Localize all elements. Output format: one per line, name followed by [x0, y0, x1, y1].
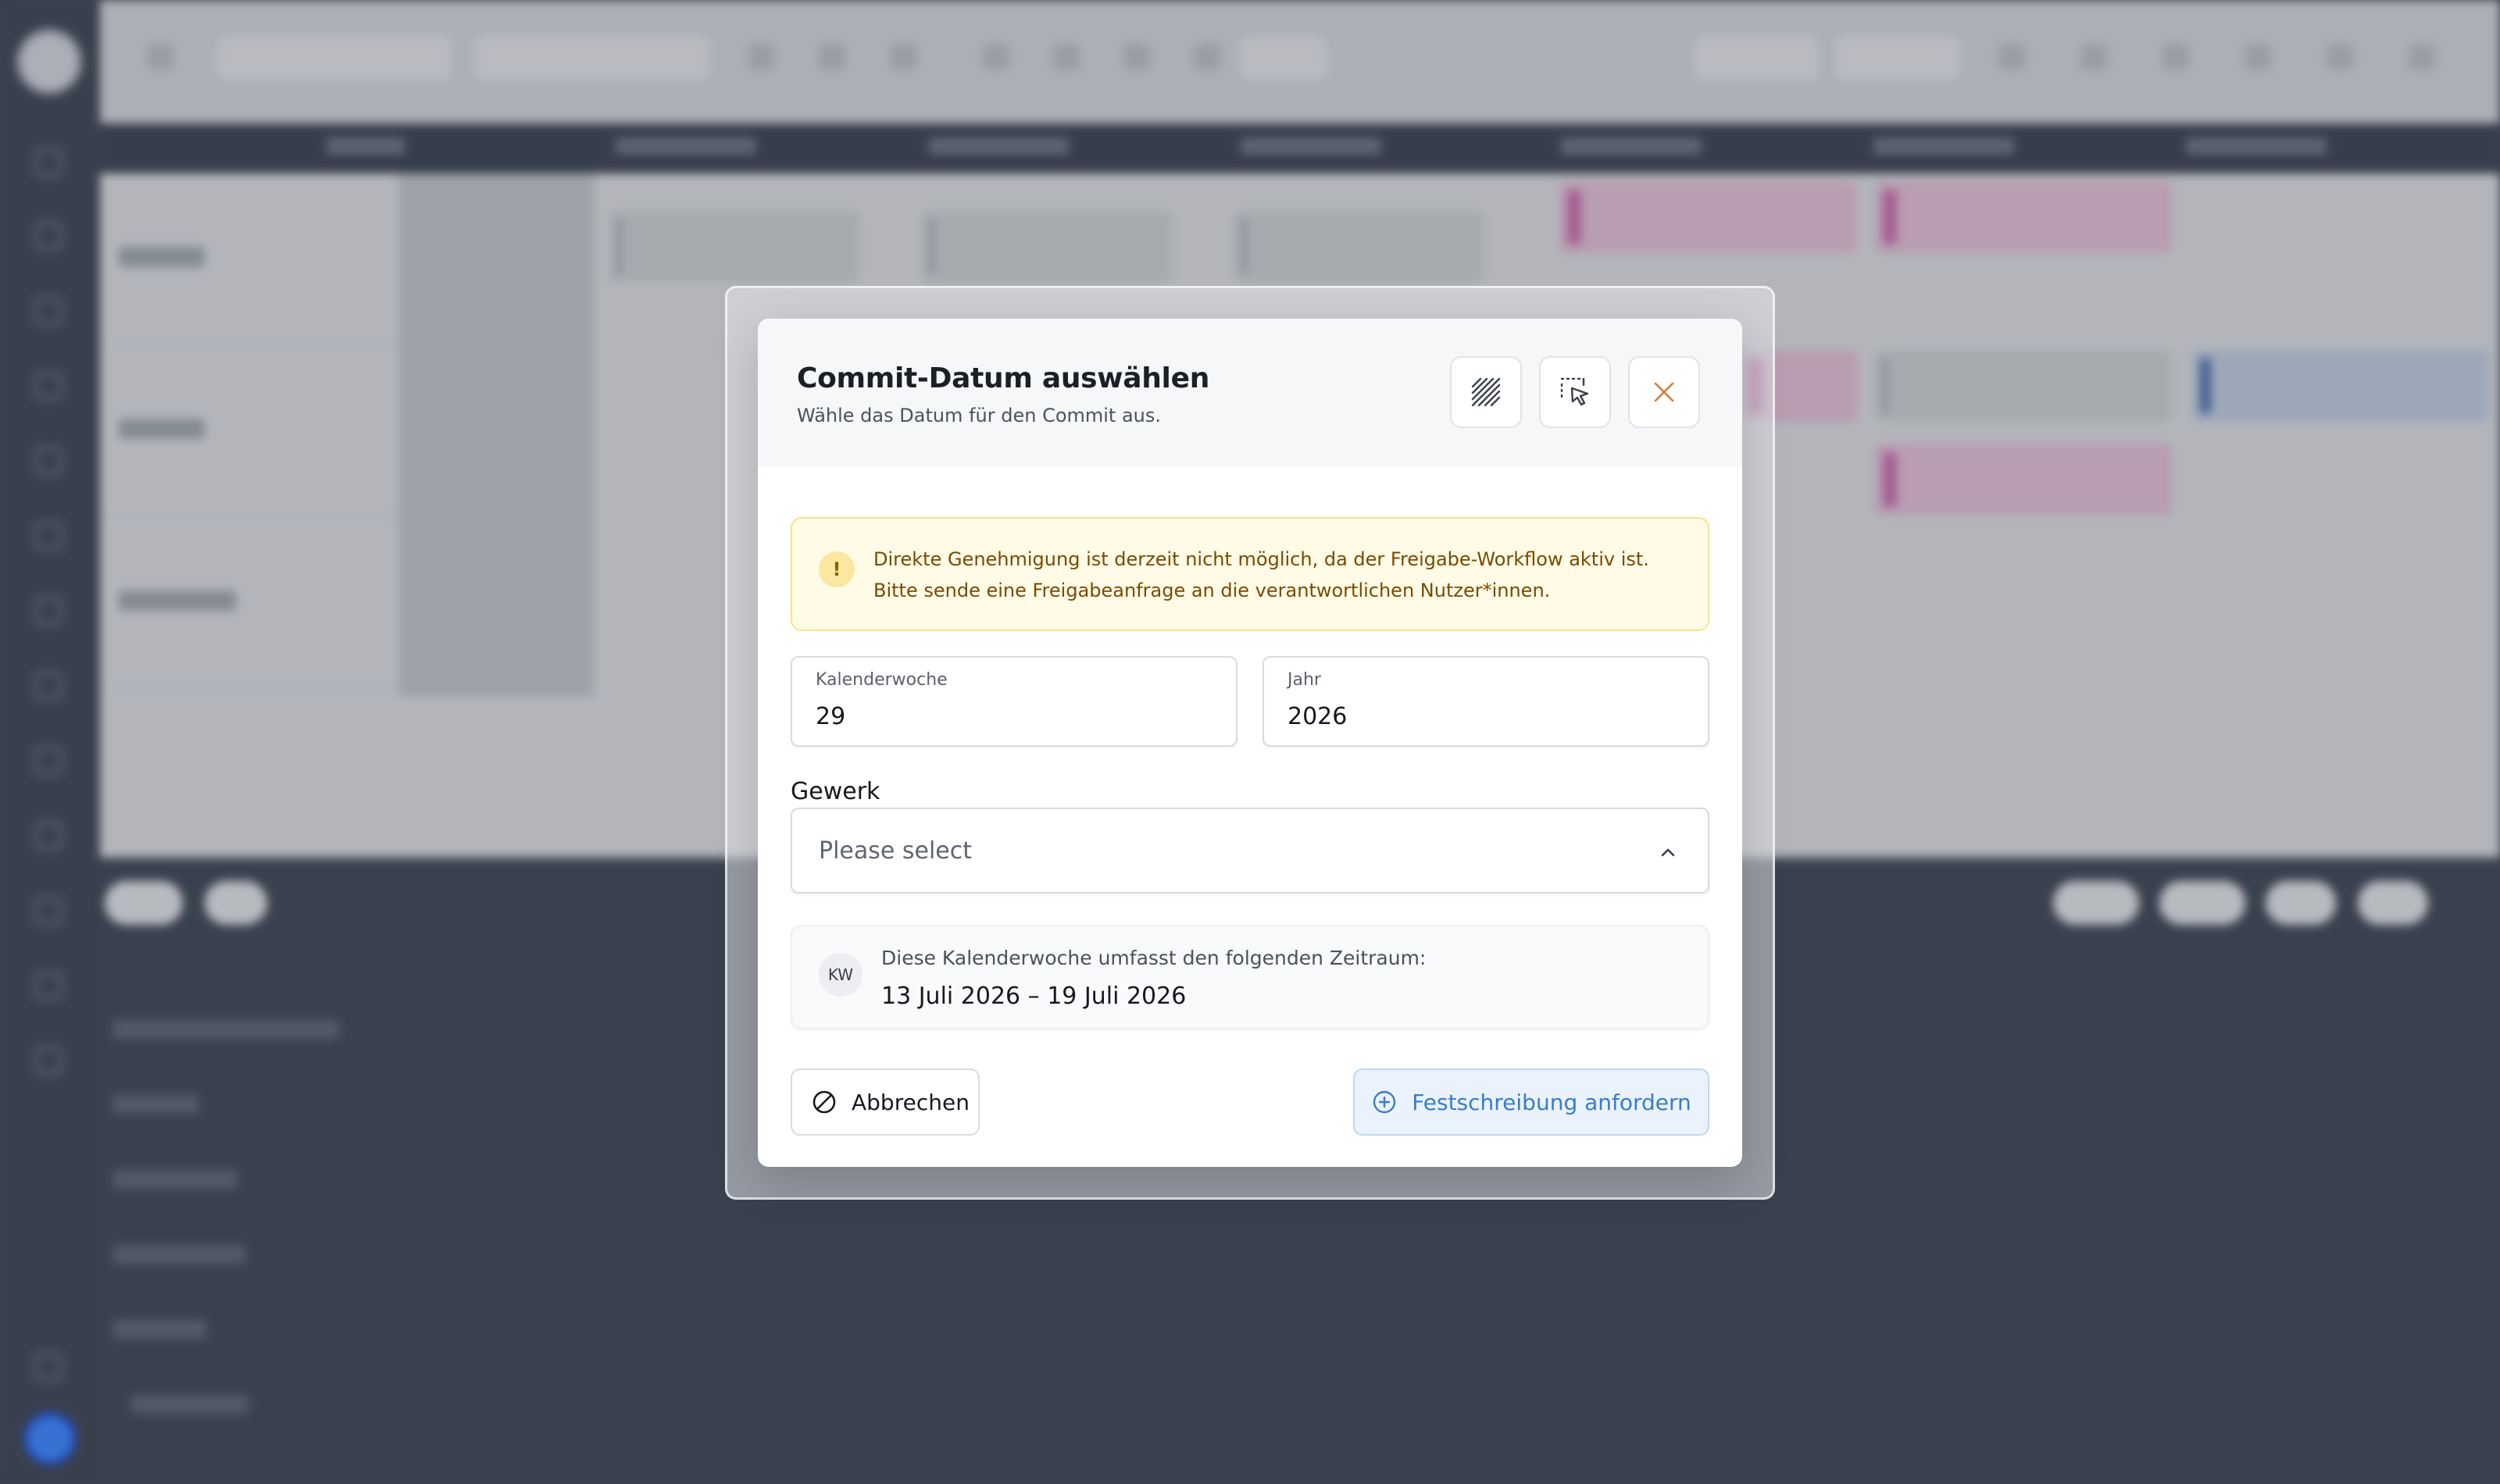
close-icon — [1654, 382, 1674, 402]
year-input[interactable] — [1288, 703, 1662, 730]
calendar-week-label: Kalenderwoche — [816, 670, 948, 690]
cancel-button[interactable]: Abbrechen — [791, 1068, 980, 1136]
chevron-up-icon — [1661, 848, 1675, 857]
dialog-title: Commit-Datum auswählen — [797, 362, 1210, 394]
gewerk-placeholder: Please select — [819, 837, 973, 865]
week-range-value: 13 Juli 2026 – 19 Juli 2026 — [881, 983, 1187, 1010]
year-field[interactable]: Jahr — [1262, 656, 1709, 747]
select-cursor-icon — [1560, 377, 1589, 406]
week-range-info: KW Diese Kalenderwoche umfasst den folge… — [791, 925, 1709, 1029]
cancel-button-label: Abbrechen — [852, 1089, 970, 1115]
commit-date-dialog: Commit-Datum auswählen Wähle das Datum f… — [758, 319, 1742, 1167]
year-label: Jahr — [1288, 670, 1321, 690]
gewerk-select[interactable]: Please select — [791, 808, 1709, 894]
hatch-pattern-icon — [1471, 377, 1501, 407]
pattern-button[interactable] — [1450, 356, 1522, 428]
dialog-header: Commit-Datum auswählen Wähle das Datum f… — [758, 319, 1742, 467]
plus-circle-icon — [1373, 1090, 1396, 1114]
approval-warning: ! Direkte Genehmigung ist derzeit nicht … — [791, 517, 1709, 631]
week-range-description: Diese Kalenderwoche umfasst den folgende… — [881, 947, 1427, 969]
select-area-button[interactable] — [1539, 356, 1611, 428]
request-commit-label: Festschreibung anfordern — [1412, 1089, 1691, 1115]
calendar-week-field[interactable]: Kalenderwoche — [791, 656, 1238, 747]
kw-badge: KW — [819, 953, 862, 997]
ban-icon — [812, 1090, 836, 1114]
dialog-subtitle: Wähle das Datum für den Commit aus. — [797, 405, 1162, 426]
warning-icon: ! — [819, 551, 855, 587]
gewerk-label: Gewerk — [791, 778, 880, 805]
calendar-week-input[interactable] — [816, 703, 1191, 730]
close-button[interactable] — [1628, 356, 1700, 428]
request-commit-button[interactable]: Festschreibung anfordern — [1353, 1068, 1709, 1136]
warning-text: Direkte Genehmigung ist derzeit nicht mö… — [873, 548, 1649, 601]
